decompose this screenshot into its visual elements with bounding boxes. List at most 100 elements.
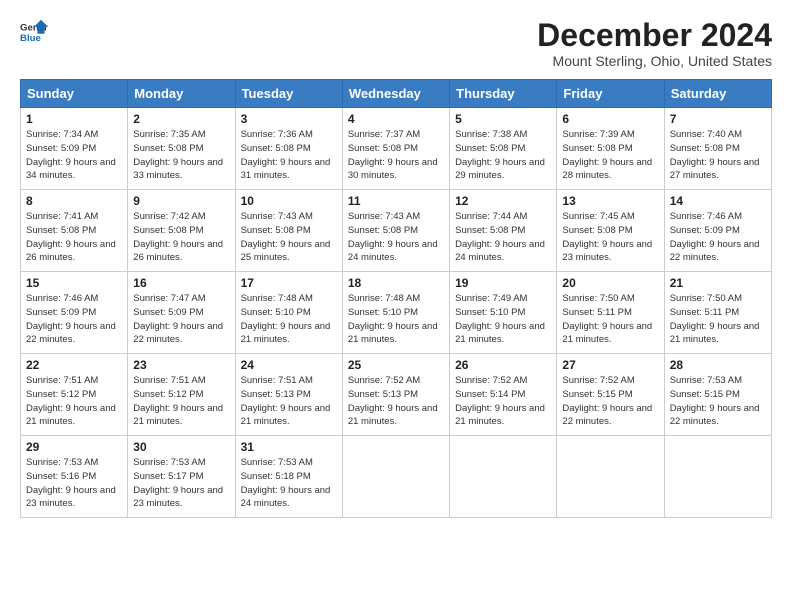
day-info: Sunrise: 7:36 AMSunset: 5:08 PMDaylight:…: [241, 128, 337, 183]
day-number: 19: [455, 276, 551, 290]
location: Mount Sterling, Ohio, United States: [537, 53, 772, 69]
day-info: Sunrise: 7:52 AMSunset: 5:13 PMDaylight:…: [348, 374, 444, 429]
day-info: Sunrise: 7:43 AMSunset: 5:08 PMDaylight:…: [241, 210, 337, 265]
day-cell-11: 11 Sunrise: 7:43 AMSunset: 5:08 PMDayligh…: [342, 190, 449, 272]
day-cell-23: 23 Sunrise: 7:51 AMSunset: 5:12 PMDayligh…: [128, 354, 235, 436]
weekday-header-saturday: Saturday: [664, 80, 771, 108]
day-number: 5: [455, 112, 551, 126]
day-cell-15: 15 Sunrise: 7:46 AMSunset: 5:09 PMDayligh…: [21, 272, 128, 354]
day-number: 4: [348, 112, 444, 126]
day-cell-19: 19Sunrise: 7:49 AMSunset: 5:10 PMDayligh…: [450, 272, 557, 354]
logo-icon: General Blue: [20, 18, 48, 46]
day-number: 8: [26, 194, 122, 208]
week-row-2: 15 Sunrise: 7:46 AMSunset: 5:09 PMDayligh…: [21, 272, 772, 354]
logo: General Blue: [20, 18, 48, 46]
day-number: 10: [241, 194, 337, 208]
day-cell-4: 4 Sunrise: 7:37 AMSunset: 5:08 PMDaylight…: [342, 108, 449, 190]
day-number: 20: [562, 276, 658, 290]
day-cell-10: 10 Sunrise: 7:43 AMSunset: 5:08 PMDayligh…: [235, 190, 342, 272]
title-area: December 2024 Mount Sterling, Ohio, Unit…: [537, 18, 772, 69]
page: General Blue December 2024 Mount Sterlin…: [0, 0, 792, 612]
day-cell-29: 29Sunrise: 7:53 AMSunset: 5:16 PMDayligh…: [21, 436, 128, 518]
day-cell-21: 21 Sunrise: 7:50 AMSunset: 5:11 PMDayligh…: [664, 272, 771, 354]
day-number: 21: [670, 276, 766, 290]
week-row-1: 8Sunrise: 7:41 AMSunset: 5:08 PMDaylight…: [21, 190, 772, 272]
week-row-0: 1Sunrise: 7:34 AMSunset: 5:09 PMDaylight…: [21, 108, 772, 190]
day-info: Sunrise: 7:51 AMSunset: 5:13 PMDaylight:…: [241, 374, 337, 429]
day-number: 9: [133, 194, 229, 208]
day-cell-14: 14 Sunrise: 7:46 AMSunset: 5:09 PMDayligh…: [664, 190, 771, 272]
day-cell-20: 20 Sunrise: 7:50 AMSunset: 5:11 PMDayligh…: [557, 272, 664, 354]
day-info: Sunrise: 7:43 AMSunset: 5:08 PMDaylight:…: [348, 210, 444, 265]
weekday-header-monday: Monday: [128, 80, 235, 108]
week-row-3: 22 Sunrise: 7:51 AMSunset: 5:12 PMDayligh…: [21, 354, 772, 436]
day-cell-16: 16 Sunrise: 7:47 AMSunset: 5:09 PMDayligh…: [128, 272, 235, 354]
day-info: Sunrise: 7:50 AMSunset: 5:11 PMDaylight:…: [670, 292, 766, 347]
svg-text:Blue: Blue: [20, 33, 41, 44]
day-cell-1: 1Sunrise: 7:34 AMSunset: 5:09 PMDaylight…: [21, 108, 128, 190]
day-cell-12: 12Sunrise: 7:44 AMSunset: 5:08 PMDayligh…: [450, 190, 557, 272]
empty-cell: [450, 436, 557, 518]
day-info: Sunrise: 7:53 AMSunset: 5:16 PMDaylight:…: [26, 456, 122, 511]
weekday-header-wednesday: Wednesday: [342, 80, 449, 108]
empty-cell: [664, 436, 771, 518]
day-number: 15: [26, 276, 122, 290]
day-info: Sunrise: 7:42 AMSunset: 5:08 PMDaylight:…: [133, 210, 229, 265]
day-number: 23: [133, 358, 229, 372]
empty-cell: [557, 436, 664, 518]
day-info: Sunrise: 7:51 AMSunset: 5:12 PMDaylight:…: [133, 374, 229, 429]
day-number: 27: [562, 358, 658, 372]
day-number: 16: [133, 276, 229, 290]
day-cell-24: 24 Sunrise: 7:51 AMSunset: 5:13 PMDayligh…: [235, 354, 342, 436]
day-info: Sunrise: 7:35 AMSunset: 5:08 PMDaylight:…: [133, 128, 229, 183]
day-cell-7: 7Sunrise: 7:40 AMSunset: 5:08 PMDaylight…: [664, 108, 771, 190]
day-info: Sunrise: 7:46 AMSunset: 5:09 PMDaylight:…: [26, 292, 122, 347]
day-cell-13: 13Sunrise: 7:45 AMSunset: 5:08 PMDayligh…: [557, 190, 664, 272]
weekday-header-row: SundayMondayTuesdayWednesdayThursdayFrid…: [21, 80, 772, 108]
day-info: Sunrise: 7:53 AMSunset: 5:15 PMDaylight:…: [670, 374, 766, 429]
day-cell-18: 18 Sunrise: 7:48 AMSunset: 5:10 PMDayligh…: [342, 272, 449, 354]
day-cell-22: 22 Sunrise: 7:51 AMSunset: 5:12 PMDayligh…: [21, 354, 128, 436]
day-number: 3: [241, 112, 337, 126]
day-info: Sunrise: 7:52 AMSunset: 5:14 PMDaylight:…: [455, 374, 551, 429]
day-number: 22: [26, 358, 122, 372]
day-info: Sunrise: 7:34 AMSunset: 5:09 PMDaylight:…: [26, 128, 122, 183]
day-number: 24: [241, 358, 337, 372]
day-info: Sunrise: 7:53 AMSunset: 5:17 PMDaylight:…: [133, 456, 229, 511]
day-cell-9: 9 Sunrise: 7:42 AMSunset: 5:08 PMDaylight…: [128, 190, 235, 272]
day-info: Sunrise: 7:48 AMSunset: 5:10 PMDaylight:…: [241, 292, 337, 347]
day-number: 31: [241, 440, 337, 454]
day-info: Sunrise: 7:48 AMSunset: 5:10 PMDaylight:…: [348, 292, 444, 347]
day-info: Sunrise: 7:53 AMSunset: 5:18 PMDaylight:…: [241, 456, 337, 511]
day-info: Sunrise: 7:46 AMSunset: 5:09 PMDaylight:…: [670, 210, 766, 265]
day-number: 11: [348, 194, 444, 208]
day-cell-28: 28Sunrise: 7:53 AMSunset: 5:15 PMDayligh…: [664, 354, 771, 436]
day-number: 14: [670, 194, 766, 208]
day-cell-26: 26Sunrise: 7:52 AMSunset: 5:14 PMDayligh…: [450, 354, 557, 436]
day-info: Sunrise: 7:38 AMSunset: 5:08 PMDaylight:…: [455, 128, 551, 183]
day-cell-3: 3 Sunrise: 7:36 AMSunset: 5:08 PMDaylight…: [235, 108, 342, 190]
day-cell-5: 5 Sunrise: 7:38 AMSunset: 5:08 PMDaylight…: [450, 108, 557, 190]
weekday-header-friday: Friday: [557, 80, 664, 108]
day-cell-2: 2Sunrise: 7:35 AMSunset: 5:08 PMDaylight…: [128, 108, 235, 190]
day-info: Sunrise: 7:52 AMSunset: 5:15 PMDaylight:…: [562, 374, 658, 429]
day-info: Sunrise: 7:39 AMSunset: 5:08 PMDaylight:…: [562, 128, 658, 183]
day-number: 25: [348, 358, 444, 372]
calendar: SundayMondayTuesdayWednesdayThursdayFrid…: [20, 79, 772, 518]
day-number: 18: [348, 276, 444, 290]
day-number: 7: [670, 112, 766, 126]
day-info: Sunrise: 7:51 AMSunset: 5:12 PMDaylight:…: [26, 374, 122, 429]
day-cell-25: 25 Sunrise: 7:52 AMSunset: 5:13 PMDayligh…: [342, 354, 449, 436]
day-info: Sunrise: 7:47 AMSunset: 5:09 PMDaylight:…: [133, 292, 229, 347]
day-cell-31: 31 Sunrise: 7:53 AMSunset: 5:18 PMDayligh…: [235, 436, 342, 518]
day-cell-17: 17 Sunrise: 7:48 AMSunset: 5:10 PMDayligh…: [235, 272, 342, 354]
day-number: 6: [562, 112, 658, 126]
day-info: Sunrise: 7:50 AMSunset: 5:11 PMDaylight:…: [562, 292, 658, 347]
weekday-header-thursday: Thursday: [450, 80, 557, 108]
day-number: 30: [133, 440, 229, 454]
day-cell-27: 27 Sunrise: 7:52 AMSunset: 5:15 PMDayligh…: [557, 354, 664, 436]
empty-cell: [342, 436, 449, 518]
day-info: Sunrise: 7:44 AMSunset: 5:08 PMDaylight:…: [455, 210, 551, 265]
day-info: Sunrise: 7:37 AMSunset: 5:08 PMDaylight:…: [348, 128, 444, 183]
day-number: 17: [241, 276, 337, 290]
